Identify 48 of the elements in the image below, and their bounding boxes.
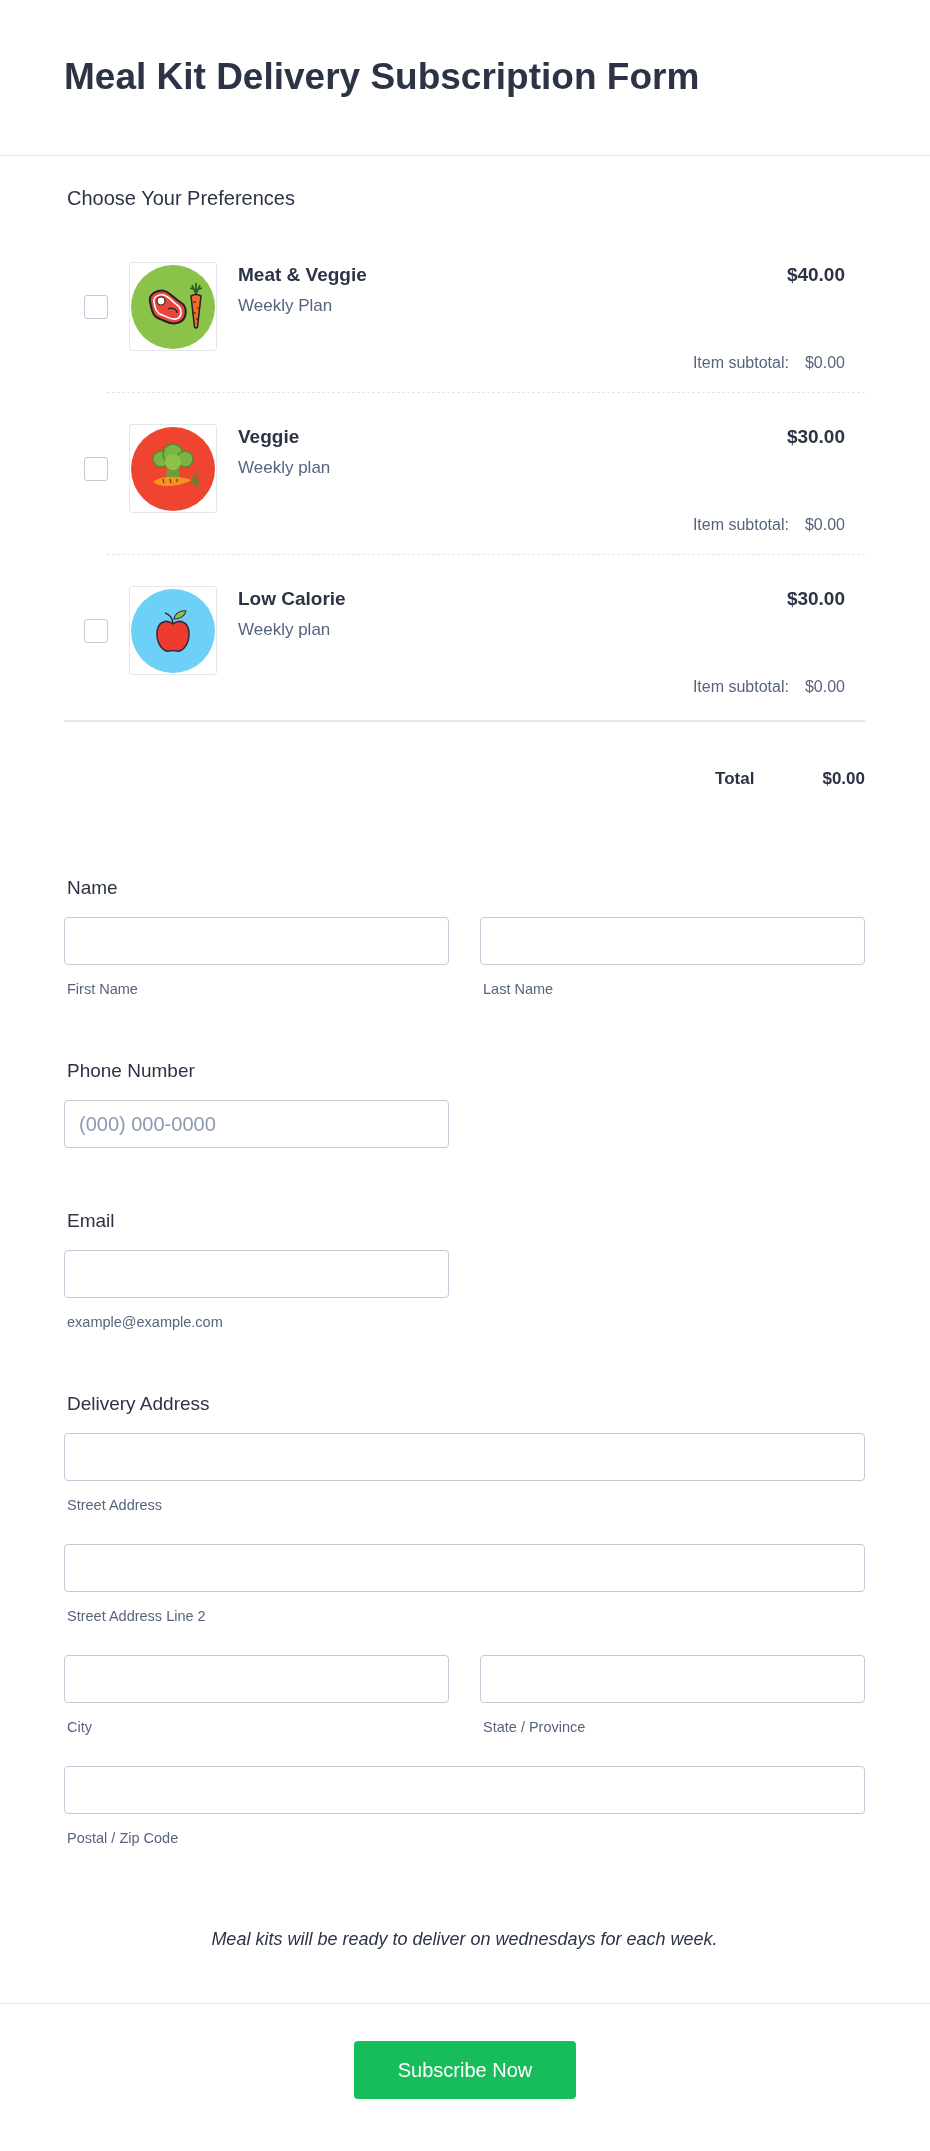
- subscribe-button[interactable]: Subscribe Now: [354, 2041, 576, 2099]
- field-label: Delivery Address: [67, 1392, 210, 1416]
- subtotal-value: $0.00: [804, 353, 845, 373]
- input-field[interactable]: [64, 1544, 865, 1592]
- input-field[interactable]: [64, 1766, 865, 1814]
- field-sublabel: Last Name: [483, 980, 554, 998]
- product-price: $30.00: [786, 425, 845, 449]
- field-label: Phone Number: [67, 1059, 195, 1083]
- note-text: Meal kits will be ready to deliver on wednesdays for each week.: [211, 1929, 718, 1949]
- product-name: Veggie: [238, 425, 300, 449]
- apple-icon: [129, 586, 217, 675]
- product-name: Meat & Veggie: [238, 263, 367, 287]
- input-field[interactable]: [64, 917, 449, 965]
- product-description: Weekly plan: [238, 619, 331, 641]
- total-value: $0.00: [822, 768, 865, 790]
- subtotal-label: Item subtotal:: [692, 353, 789, 373]
- product-description: Weekly plan: [238, 457, 331, 479]
- field-label: Email: [67, 1209, 115, 1233]
- subtotal-value: $0.00: [804, 677, 845, 697]
- section-label: Choose Your Preferences: [67, 186, 295, 210]
- field-sublabel: First Name: [67, 980, 138, 998]
- input-field[interactable]: [64, 1250, 449, 1298]
- field-sublabel: State / Province: [483, 1718, 586, 1736]
- subtotal-label: Item subtotal:: [692, 515, 789, 535]
- checkbox[interactable]: [84, 456, 108, 481]
- field-sublabel: Street Address Line 2: [67, 1607, 206, 1625]
- field-sublabel: Street Address: [67, 1496, 163, 1514]
- checkbox[interactable]: [84, 618, 108, 643]
- input-field[interactable]: [480, 1655, 865, 1703]
- steak-carrot-icon: [129, 262, 217, 351]
- product-description: Weekly Plan: [238, 295, 333, 317]
- total-label: Total: [715, 768, 755, 790]
- product-price: $40.00: [786, 263, 845, 287]
- input-field[interactable]: [480, 917, 865, 965]
- form-title: Meal Kit Delivery Subscription Form: [64, 55, 701, 99]
- broccoli-carrot-icon: [129, 424, 217, 513]
- field-sublabel: example@example.com: [67, 1313, 223, 1331]
- field-sublabel: City: [67, 1718, 92, 1736]
- input-field[interactable]: (000) 000-0000: [64, 1100, 449, 1148]
- checkbox[interactable]: [84, 294, 108, 319]
- input-field[interactable]: [64, 1433, 865, 1481]
- product-name: Low Calorie: [238, 587, 346, 611]
- input-field[interactable]: [64, 1655, 449, 1703]
- subtotal-label: Item subtotal:: [692, 677, 789, 697]
- product-price: $30.00: [786, 587, 845, 611]
- field-sublabel: Postal / Zip Code: [67, 1829, 179, 1847]
- field-label: Name: [67, 876, 118, 900]
- subtotal-value: $0.00: [804, 515, 845, 535]
